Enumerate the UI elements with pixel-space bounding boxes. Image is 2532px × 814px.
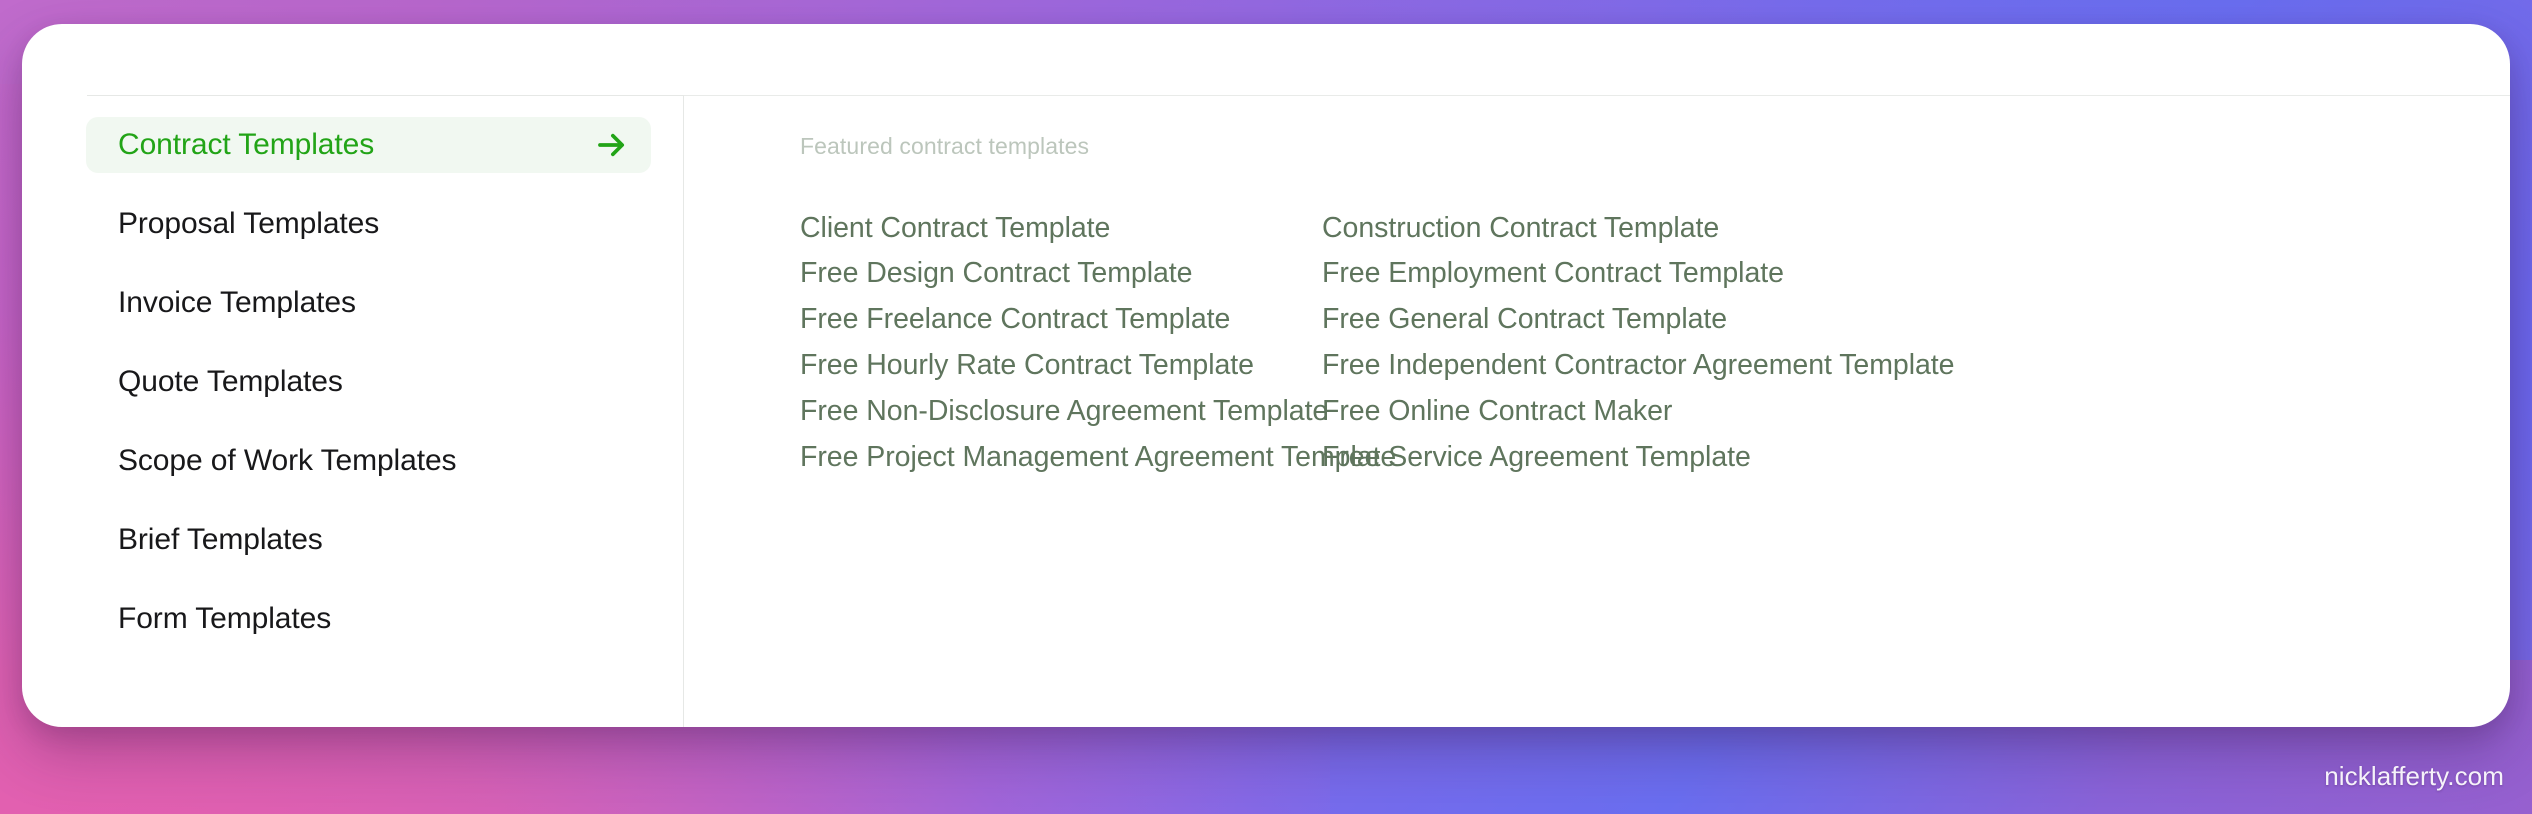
sidebar-item-invoice-templates[interactable]: Invoice Templates — [86, 275, 651, 331]
sidebar-item-brief-templates[interactable]: Brief Templates — [86, 512, 651, 568]
template-link[interactable]: Free Independent Contractor Agreement Te… — [1322, 342, 2470, 388]
sidebar-item-label: Scope of Work Templates — [118, 444, 457, 477]
template-link[interactable]: Construction Contract Template — [1322, 205, 2470, 251]
sidebar-item-label: Proposal Templates — [118, 207, 380, 240]
template-link[interactable]: Free General Contract Template — [1322, 297, 2470, 343]
template-link[interactable]: Free Employment Contract Template — [1322, 251, 2470, 297]
sidebar-item-form-templates[interactable]: Form Templates — [86, 591, 651, 647]
sidebar-item-contract-templates[interactable]: Contract Templates — [86, 117, 651, 173]
template-category-sidebar: Contract Templates Proposal Templates Invo… — [22, 95, 683, 727]
template-links-grid: Client Contract Template Free Design Cont… — [800, 205, 2470, 480]
page-background: Contract Templates Proposal Templates Invo… — [0, 0, 2532, 814]
template-link[interactable]: Free Non-Disclosure Agreement Template — [800, 388, 1328, 434]
sidebar-item-label: Contract Templates — [118, 128, 375, 161]
sidebar-item-label: Quote Templates — [118, 365, 343, 398]
sidebar-item-scope-of-work-templates[interactable]: Scope of Work Templates — [86, 433, 651, 489]
site-watermark: nicklafferty.com — [2324, 761, 2504, 791]
template-link[interactable]: Free Freelance Contract Template — [800, 297, 1322, 343]
arrow-right-icon — [595, 128, 629, 162]
template-link[interactable]: Free Hourly Rate Contract Template — [800, 342, 1322, 388]
sidebar-item-label: Invoice Templates — [118, 286, 356, 319]
template-links-column-left: Client Contract Template Free Design Cont… — [800, 205, 1396, 480]
template-link[interactable]: Free Service Agreement Template — [1322, 434, 2470, 480]
mega-menu-panel: Contract Templates Proposal Templates Invo… — [22, 24, 2510, 727]
sidebar-item-label: Form Templates — [118, 602, 332, 635]
sidebar-item-proposal-templates[interactable]: Proposal Templates — [86, 196, 651, 252]
template-link[interactable]: Free Design Contract Template — [800, 251, 1322, 297]
template-link[interactable]: Free Online Contract Maker — [1322, 388, 2470, 434]
template-links-column-right: Construction Contract Template Free Emplo… — [1322, 205, 2470, 480]
sidebar-item-quote-templates[interactable]: Quote Templates — [86, 354, 651, 410]
featured-templates-section: Featured contract templates Client Contr… — [684, 95, 2510, 727]
template-link[interactable]: Client Contract Template — [800, 205, 1322, 251]
template-link[interactable]: Free Project Management Agreement Templa… — [800, 434, 1396, 480]
sidebar-item-label: Brief Templates — [118, 523, 323, 556]
featured-templates-heading: Featured contract templates — [800, 133, 1090, 159]
